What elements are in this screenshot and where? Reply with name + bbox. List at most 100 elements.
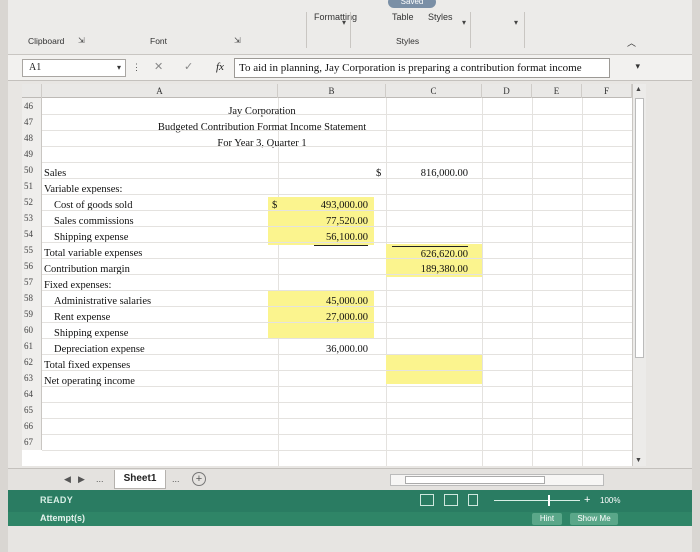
grid-line [42,338,632,339]
row-header[interactable]: 46 [22,98,42,114]
column-header-c[interactable]: C [386,84,482,98]
row-header[interactable]: 65 [22,402,42,418]
chevron-down-icon[interactable]: ▾ [462,18,466,27]
show-me-button[interactable]: Show Me [570,513,618,525]
grid-line [42,114,632,115]
zoom-slider[interactable] [494,500,580,501]
ribbon-table-label[interactable]: Table [392,12,414,22]
cancel-icon[interactable]: ✕ [154,60,163,73]
page-layout-icon[interactable] [444,494,458,506]
add-sheet-icon[interactable]: + [192,472,206,486]
row-header[interactable]: 56 [22,258,42,274]
input-cell-net-income[interactable] [386,354,482,384]
tab-next-icon[interactable]: ▶ [78,474,85,485]
assignment-bar: Attempt(s) Hint Show Me [8,512,692,526]
grid-line [42,450,632,451]
grid-line [42,162,632,163]
tab-ellipsis[interactable]: ... [96,474,104,484]
ribbon-group-clipboard: Clipboard [28,36,65,46]
row-header[interactable]: 54 [22,226,42,242]
ribbon-separator [306,12,307,48]
enter-icon[interactable]: ✓ [184,60,193,73]
function-icon[interactable]: fx [216,61,224,73]
dialog-launcher-icon[interactable]: ⇲ [78,36,85,45]
grid-line [278,98,279,466]
row-header[interactable]: 57 [22,274,42,290]
ribbon-group-styles: Styles [396,36,420,46]
zoom-slider-knob[interactable] [548,495,550,506]
name-box[interactable]: A1 ▾ [22,59,126,77]
value-total-variable[interactable]: 626,620.00 [392,246,468,262]
chevron-down-icon[interactable]: ▾ [514,18,518,27]
row-header[interactable]: 63 [22,370,42,386]
zoom-in-icon[interactable]: + [584,494,590,506]
column-header-a[interactable]: A [42,84,278,98]
zoom-level[interactable]: 100% [600,496,620,505]
scroll-up-icon[interactable]: ▲ [635,86,642,93]
row-header[interactable]: 59 [22,306,42,322]
chevron-up-icon[interactable]: ︿ [627,36,636,49]
sheet-tab-bar: ◀ ▶ ... Sheet1 ... + [8,468,692,490]
grid-line [42,130,632,131]
row-header[interactable]: 48 [22,130,42,146]
company-name: Jay Corporation [228,106,296,117]
row-header[interactable]: 49 [22,146,42,162]
column-header-b[interactable]: B [278,84,386,98]
excel-window: Saved Formatting Table Styles ▾ ▾ ▾ Clip… [8,0,692,552]
grid-line [42,354,632,355]
row-header[interactable]: 58 [22,290,42,306]
chevron-down-icon[interactable]: ▾ [342,18,346,27]
column-header-f[interactable]: F [582,84,632,98]
chevron-down-icon[interactable]: ▾ [635,61,640,72]
grid-line [42,402,632,403]
dialog-launcher-icon[interactable]: ⇲ [234,36,241,45]
normal-view-icon[interactable] [420,494,434,506]
select-all-corner[interactable] [22,84,42,98]
row-header[interactable]: 55 [22,242,42,258]
grid-line [42,386,632,387]
value-shipping-variable[interactable]: 56,100.00 [314,230,368,246]
grid-line [386,98,387,466]
row-header[interactable]: 53 [22,210,42,226]
formula-bar: A1 ▾ ⋮ ✕ ✓ fx To aid in planning, Jay Co… [8,55,692,81]
tab-prev-icon[interactable]: ◀ [64,474,71,485]
grid-line [42,306,632,307]
row-header[interactable]: 52 [22,194,42,210]
row-header[interactable]: 67 [22,434,42,450]
tab-ellipsis-after[interactable]: ... [172,474,180,484]
scroll-down-icon[interactable]: ▼ [635,457,642,464]
page-background [8,526,692,552]
grid-line [482,98,483,466]
scroll-thumb[interactable] [635,98,644,358]
attempt-label: Attempt(s) [40,513,85,523]
vertical-scrollbar[interactable]: ▲ ▼ [632,84,646,466]
status-bar: READY + 100% [8,490,692,512]
row-header[interactable]: 64 [22,386,42,402]
ribbon-separator [350,12,351,48]
chevron-down-icon[interactable]: ▾ [117,60,121,76]
row-header[interactable]: 50 [22,162,42,178]
ribbon-styles-top-label[interactable]: Styles [428,12,453,22]
column-header-d[interactable]: D [482,84,532,98]
tab-sheet1[interactable]: Sheet1 [114,470,166,489]
column-header-e[interactable]: E [532,84,582,98]
formula-input[interactable]: To aid in planning, Jay Corporation is p… [234,58,610,78]
page-break-icon[interactable] [468,494,478,506]
worksheet-grid[interactable]: A B C D E F Jay Corporation Budgeted Con… [22,84,632,466]
row-header[interactable]: 51 [22,178,42,194]
row-header[interactable]: 61 [22,338,42,354]
grid-line [42,194,632,195]
row-header[interactable]: 66 [22,418,42,434]
ribbon-separator [524,12,525,48]
grid-line [532,98,533,466]
row-header[interactable]: 62 [22,354,42,370]
more-icon[interactable]: ⋮ [132,62,141,73]
ribbon-group-font: Font [150,36,168,46]
hint-button[interactable]: Hint [532,513,562,525]
row-header[interactable]: 60 [22,322,42,338]
grid-line [42,226,632,227]
row-header[interactable]: 47 [22,114,42,130]
grid-line [42,418,632,419]
horizontal-scrollbar[interactable] [390,474,604,486]
scroll-thumb[interactable] [405,476,545,484]
